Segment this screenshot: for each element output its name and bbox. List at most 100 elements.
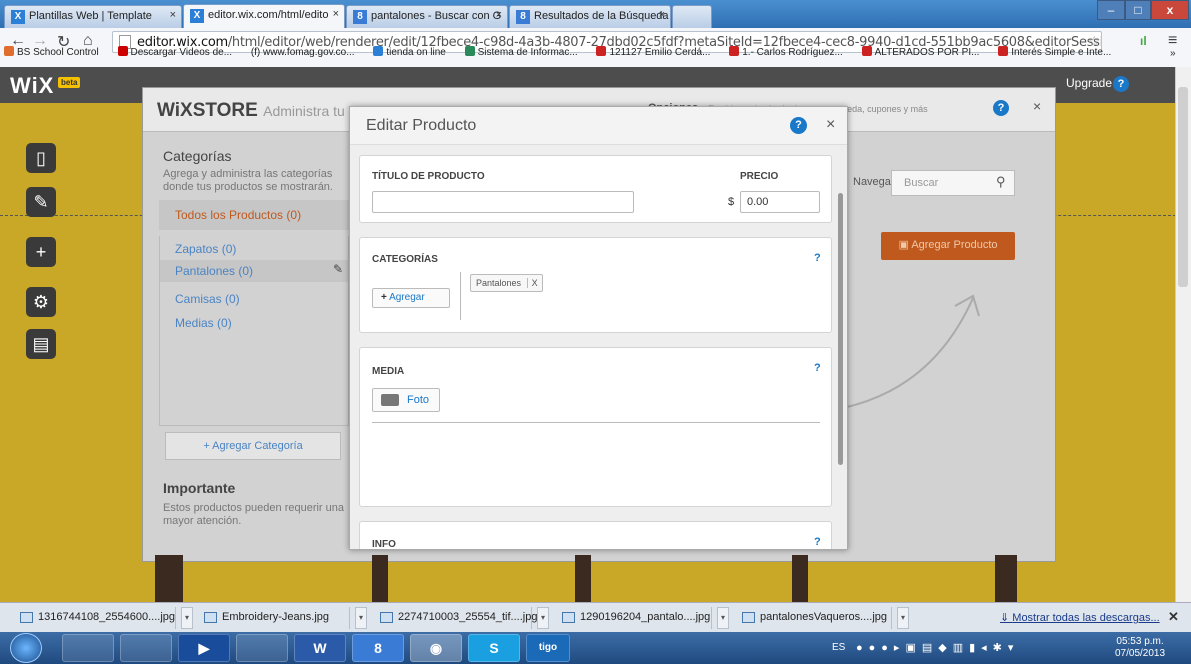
pages-icon[interactable]: ▯ [26, 143, 56, 173]
category-camisas[interactable]: Camisas (0) [175, 292, 240, 306]
tab-plantillas[interactable]: X Plantillas Web | Template × [4, 5, 182, 28]
category-zapatos[interactable]: Zapatos (0) [175, 242, 236, 256]
language-indicator[interactable]: ES [832, 642, 845, 653]
design-icon[interactable]: ✎ [26, 187, 56, 217]
download-menu-chevron-icon[interactable]: ▾ [355, 607, 367, 629]
categories-description: Agrega y administra las categorías donde… [163, 168, 333, 193]
chrome-icon[interactable]: ◉ [410, 634, 462, 662]
download-menu-chevron-icon[interactable]: ▾ [717, 607, 729, 629]
bookmark-item[interactable]: Descargar Videos de... [114, 46, 232, 58]
youtube-icon [117, 46, 128, 56]
explorer-icon[interactable] [236, 634, 288, 662]
taskbar-clock[interactable]: 05:53 p.m. 07/05/2013 [1115, 636, 1165, 660]
youtube-icon [596, 46, 607, 56]
word-icon[interactable]: W [294, 634, 346, 662]
product-title-input[interactable] [372, 191, 634, 213]
show-all-downloads-link[interactable]: ⇓ Mostrar todas las descargas... [1000, 611, 1160, 624]
tab-resultados[interactable]: 8 Resultados de la Búsqueda × [509, 5, 671, 28]
info-label: INFO [372, 539, 396, 550]
minimize-button[interactable]: – [1097, 0, 1125, 20]
tigo-icon[interactable]: tigo [526, 634, 570, 662]
dialog-help-icon[interactable]: ? [790, 117, 807, 134]
search-input[interactable]: Buscar ⚲ [891, 170, 1015, 196]
calculator-icon[interactable] [62, 634, 114, 662]
tab-label: Plantillas Web | Template [29, 10, 152, 22]
tab-editor[interactable]: X editor.wix.com/html/edito × [183, 4, 345, 28]
photo-button-label: Foto [407, 394, 430, 406]
all-products-row[interactable]: Todos los Productos (0) [159, 200, 349, 230]
google-favicon-icon: 8 [516, 10, 530, 24]
bookmark-item[interactable]: BS School Control [0, 46, 99, 58]
folder-app-icon[interactable] [120, 634, 172, 662]
tab-close-icon[interactable]: × [170, 9, 176, 21]
new-tab-button[interactable] [672, 5, 712, 28]
media-player-icon[interactable]: ▶ [178, 634, 230, 662]
bookmark-item[interactable]: 1.- Carlos Rodríguez... [725, 46, 843, 58]
store-icon[interactable]: ▤ [26, 329, 56, 359]
close-downloads-icon[interactable]: ✕ [1168, 609, 1179, 625]
currency-symbol: $ [728, 196, 735, 208]
category-medias[interactable]: Medias (0) [175, 316, 232, 330]
add-product-button[interactable]: ▣ Agregar Producto [881, 232, 1015, 260]
skype-icon[interactable]: S [468, 634, 520, 662]
google-favicon-icon: 8 [353, 10, 367, 24]
add-button-label: Agregar [389, 292, 425, 303]
category-tag: Pantalones X [470, 274, 543, 292]
start-button[interactable] [10, 633, 42, 663]
upgrade-link[interactable]: Upgrade [1066, 76, 1112, 90]
store-close-icon[interactable]: × [1033, 98, 1041, 114]
divider [460, 272, 461, 320]
page-scrollbar[interactable] [1175, 67, 1191, 602]
bookmark-item[interactable]: ALTERADOS POR PI... [858, 46, 979, 58]
bookmark-item[interactable]: 121127 Emilio Cerdá... [592, 46, 710, 58]
download-menu-chevron-icon[interactable]: ▾ [897, 607, 909, 629]
download-item[interactable]: Embroidery-Jeans.jpg ▾ [192, 607, 367, 629]
bookmark-item[interactable]: tienda on line [369, 46, 446, 58]
download-menu-chevron-icon[interactable]: ▾ [537, 607, 549, 629]
price-input[interactable]: 0.00 [740, 191, 820, 213]
youtube-icon [729, 46, 740, 56]
tab-close-icon[interactable]: × [333, 8, 339, 20]
media-help-icon[interactable]: ? [814, 362, 821, 374]
site-element [995, 555, 1017, 602]
maximize-button[interactable]: □ [1125, 0, 1151, 20]
price-label: PRECIO [740, 171, 779, 182]
system-tray-icons[interactable]: ●●●▸▣▤◆▥▮◂✱▾ [856, 641, 1019, 654]
bookmark-item[interactable]: Sistema de Informac... [461, 46, 578, 58]
tab-close-icon[interactable]: × [496, 9, 502, 21]
youtube-icon [998, 46, 1009, 56]
close-window-button[interactable]: x [1151, 0, 1189, 20]
photo-button[interactable]: Foto [372, 388, 440, 412]
category-row-selected[interactable]: Pantalones (0) ✎ [159, 260, 349, 282]
categories-section: CATEGORÍAS ? + Agregar Pantalones X [359, 237, 832, 333]
image-file-icon [204, 612, 217, 623]
title-price-section: TÍTULO DE PRODUCTO PRECIO $ 0.00 [359, 155, 832, 223]
categories-heading: Categorías [163, 148, 232, 164]
add-icon[interactable]: + [26, 237, 56, 267]
download-item[interactable]: pantalonesVaqueros....jpg ▾ [730, 607, 909, 629]
bookmarks-more[interactable]: » [1170, 48, 1176, 59]
dialog-scrollbar[interactable] [838, 193, 843, 465]
bookmark-item[interactable]: (f) www.fomag.gov.co... [247, 47, 355, 58]
arrow-illustration [842, 294, 980, 409]
help-icon[interactable]: ? [1113, 76, 1129, 92]
settings-icon[interactable]: ⚙ [26, 287, 56, 317]
tag-remove-icon[interactable]: X [526, 278, 538, 288]
info-help-icon[interactable]: ? [814, 536, 821, 548]
bookmark-item[interactable]: Interés Simple e Inte... [994, 46, 1111, 58]
media-divider [372, 422, 820, 423]
add-category-to-product-button[interactable]: + Agregar [372, 288, 450, 308]
google-app-icon[interactable]: 8 [352, 634, 404, 662]
download-item[interactable]: 2274710003_25554_tif....jpg ▾ [368, 607, 549, 629]
dialog-close-icon[interactable]: × [826, 116, 835, 134]
tab-google-search[interactable]: 8 pantalones - Buscar con G × [346, 5, 508, 28]
download-item[interactable]: 1290196204_pantalo....jpg ▾ [550, 607, 729, 629]
tab-close-icon[interactable]: × [659, 9, 665, 21]
categories-help-icon[interactable]: ? [814, 252, 821, 264]
image-file-icon [20, 612, 33, 623]
download-item[interactable]: 1316744108_2554600....jpg ▾ [8, 607, 193, 629]
scrollbar-thumb[interactable] [1178, 87, 1188, 287]
add-category-button[interactable]: + Agregar Categoría [165, 432, 341, 460]
store-help-icon[interactable]: ? [993, 100, 1009, 116]
edit-pencil-icon[interactable]: ✎ [333, 262, 343, 276]
